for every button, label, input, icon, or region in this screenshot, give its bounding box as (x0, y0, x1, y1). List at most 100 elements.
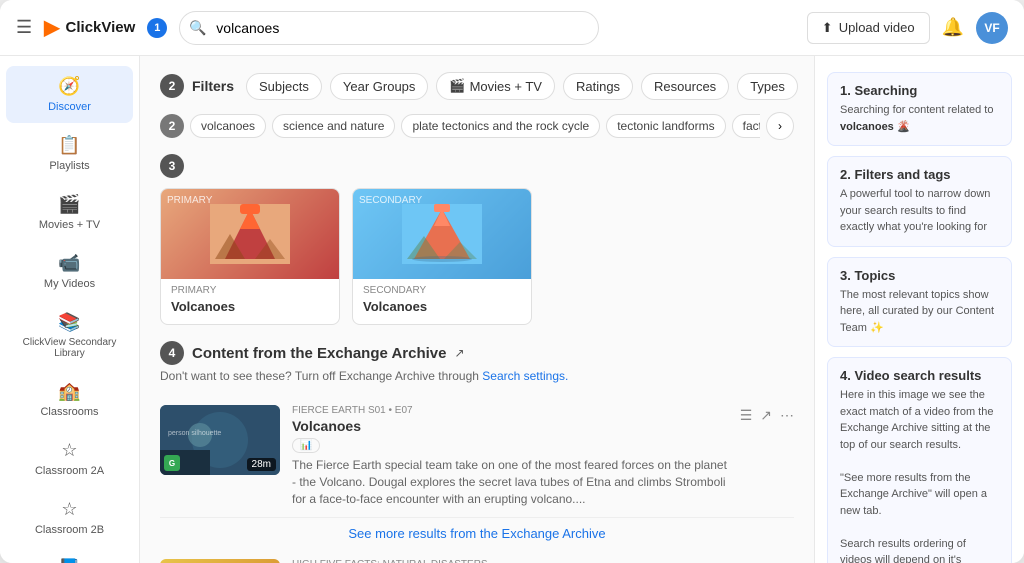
sidebar-label-classroom-2b: Classroom 2B (35, 524, 104, 536)
avatar[interactable]: VF (976, 12, 1008, 44)
upload-icon: ⬆ (822, 20, 833, 36)
filter-year-groups[interactable]: Year Groups (330, 73, 429, 100)
tag-plate-tectonics[interactable]: plate tectonics and the rock cycle (401, 114, 600, 138)
topic-card-primary[interactable]: Primary Primary Volcanoes (160, 188, 340, 325)
topics-header: 3 (160, 154, 794, 178)
discover-icon: 🧭 (58, 76, 80, 97)
sidebar-label-classroom-2a: Classroom 2A (35, 465, 104, 477)
logo-icon: ▶ (44, 15, 59, 40)
step-badge-filters: 2 (160, 74, 184, 98)
sidebar-item-movies-tv[interactable]: 🎬 Movies + TV (6, 184, 133, 241)
archive-note: Don't want to see these? Turn off Exchan… (160, 369, 794, 383)
upload-button[interactable]: ⬆ Upload video (807, 12, 930, 44)
share-icon-1[interactable]: ↗ (760, 407, 772, 424)
tag-science[interactable]: science and nature (272, 114, 395, 138)
tip-title-1: 1. Searching (840, 83, 999, 98)
video-thumb-2[interactable]: 5 FACTS ABOUT VOLCANOES G 4m (160, 559, 280, 563)
topic-title-primary: Volcanoes (171, 299, 235, 314)
archive-section: 4 Content from the Exchange Archive ↗ Do… (160, 341, 794, 563)
sidebar-bottom[interactable]: 📘 Secondary (0, 548, 139, 563)
more-icon-1[interactable]: ⋯ (780, 407, 794, 424)
logo: ▶ ClickView (44, 15, 135, 40)
topic-tag-primary: Primary (171, 285, 329, 296)
tip-title-2: 2. Filters and tags (840, 167, 999, 182)
topic-card-secondary[interactable]: Secondary Secondary Vol (352, 188, 532, 325)
sidebar-item-my-videos[interactable]: 📹 My Videos (6, 243, 133, 300)
classroom-2a-icon: ☆ (61, 440, 77, 461)
sidebar-item-discover[interactable]: 🧭 Discover (6, 66, 133, 123)
filter-ratings[interactable]: Ratings (563, 73, 633, 100)
sidebar-item-playlists[interactable]: 📋 Playlists (6, 125, 133, 182)
filters-label: Filters (192, 78, 234, 94)
sidebar-label-discover: Discover (48, 101, 91, 113)
search-bar: 🔍 (179, 11, 599, 45)
topic-title-secondary: Volcanoes (363, 299, 427, 314)
sidebar-label-movies: Movies + TV (39, 219, 100, 231)
video-title-1[interactable]: Volcanoes (292, 418, 728, 434)
topic-image-secondary: Secondary (353, 189, 531, 279)
secondary-icon: 📘 (58, 558, 80, 563)
thumb-facts: 5 FACTS ABOUT VOLCANOES (160, 559, 280, 563)
step-badge-tags: 2 (160, 114, 184, 138)
volcano-svg-primary (210, 204, 290, 264)
tip-body-4: Here in this image we see the exact matc… (840, 387, 999, 563)
search-icon: 🔍 (189, 19, 206, 36)
classroom-2b-icon: ☆ (61, 499, 77, 520)
topic-tag-secondary: Secondary (363, 285, 521, 296)
tag-volcanoes[interactable]: volcanoes (190, 114, 266, 138)
tip-card-3: 3. Topics The most relevant topics show … (827, 257, 1012, 348)
right-panel: 1. Searching Searching for content relat… (814, 56, 1024, 563)
video-actions-1: ☰ ↗ ⋯ (740, 405, 794, 424)
classrooms-icon: 🏫 (58, 381, 80, 402)
tag-landforms[interactable]: tectonic landforms (606, 114, 725, 138)
list-icon-1[interactable]: ☰ (740, 407, 753, 424)
filter-types[interactable]: Types (737, 73, 798, 100)
search-settings-link[interactable]: Search settings. (482, 369, 568, 383)
tip-body-2: A powerful tool to narrow down your sear… (840, 186, 999, 236)
tip-card-4: 4. Video search results Here in this ima… (827, 357, 1012, 563)
bell-icon[interactable]: 🔔 (942, 17, 964, 38)
step-badge-topics: 3 (160, 154, 184, 178)
topic-body-secondary: Secondary Volcanoes (353, 279, 531, 324)
video-thumb-1[interactable]: person silhouette G 28m (160, 405, 280, 475)
filters-row: 2 Filters Subjects Year Groups 🎬 Movies … (160, 72, 794, 100)
library-icon: 📚 (58, 312, 80, 333)
sidebar-item-cv-library[interactable]: 📚 ClickView Secondary Library (6, 302, 133, 369)
menu-icon[interactable]: ☰ (16, 17, 32, 38)
volcano-svg-secondary (402, 204, 482, 264)
video-card-1: person silhouette G 28m Fierce Earth S01… (160, 395, 794, 518)
topic-level-secondary: Secondary (359, 195, 422, 206)
upload-label: Upload video (839, 20, 915, 35)
svg-text:person silhouette: person silhouette (168, 430, 221, 437)
playlists-icon: 📋 (58, 135, 80, 156)
video-subtag-1: 📊 (292, 438, 320, 453)
topic-level-primary: Primary (167, 195, 212, 206)
logo-text: ClickView (66, 19, 136, 36)
sidebar-label-playlists: Playlists (49, 160, 89, 172)
filter-movies-tv[interactable]: 🎬 Movies + TV (436, 72, 555, 100)
topic-body-primary: Primary Volcanoes (161, 279, 339, 324)
tags-chevron-right[interactable]: › (766, 112, 794, 140)
sidebar-label-my-videos: My Videos (44, 278, 95, 290)
sidebar: 🧭 Discover 📋 Playlists 🎬 Movies + TV 📹 M… (0, 56, 140, 563)
external-link-icon: ↗ (455, 346, 465, 360)
see-more-link[interactable]: See more results from the Exchange Archi… (160, 518, 794, 549)
search-input[interactable] (179, 11, 599, 45)
main: 🧭 Discover 📋 Playlists 🎬 Movies + TV 📹 M… (0, 56, 1024, 563)
archive-note-prefix: Don't want to see these? Turn off Exchan… (160, 369, 482, 383)
tip-card-2: 2. Filters and tags A powerful tool to n… (827, 156, 1012, 247)
platform-badge-1: G (164, 455, 180, 471)
filter-resources[interactable]: Resources (641, 73, 729, 100)
video-desc-1: The Fierce Earth special team take on on… (292, 457, 728, 507)
header: ☰ ▶ ClickView 1 🔍 ⬆ Upload video 🔔 VF (0, 0, 1024, 56)
sidebar-item-classroom-2a[interactable]: ☆ Classroom 2A (6, 430, 133, 487)
tag-factual[interactable]: factual (732, 114, 760, 138)
video-tags-1: 📊 (292, 438, 728, 453)
my-videos-icon: 📹 (58, 253, 80, 274)
notification-badge: 1 (147, 18, 167, 38)
sidebar-item-classrooms[interactable]: 🏫 Classrooms (6, 371, 133, 428)
filter-subjects[interactable]: Subjects (246, 73, 322, 100)
sidebar-item-classroom-2b[interactable]: ☆ Classroom 2B (6, 489, 133, 546)
content-area: 2 Filters Subjects Year Groups 🎬 Movies … (140, 56, 814, 563)
tip-title-3: 3. Topics (840, 268, 999, 283)
